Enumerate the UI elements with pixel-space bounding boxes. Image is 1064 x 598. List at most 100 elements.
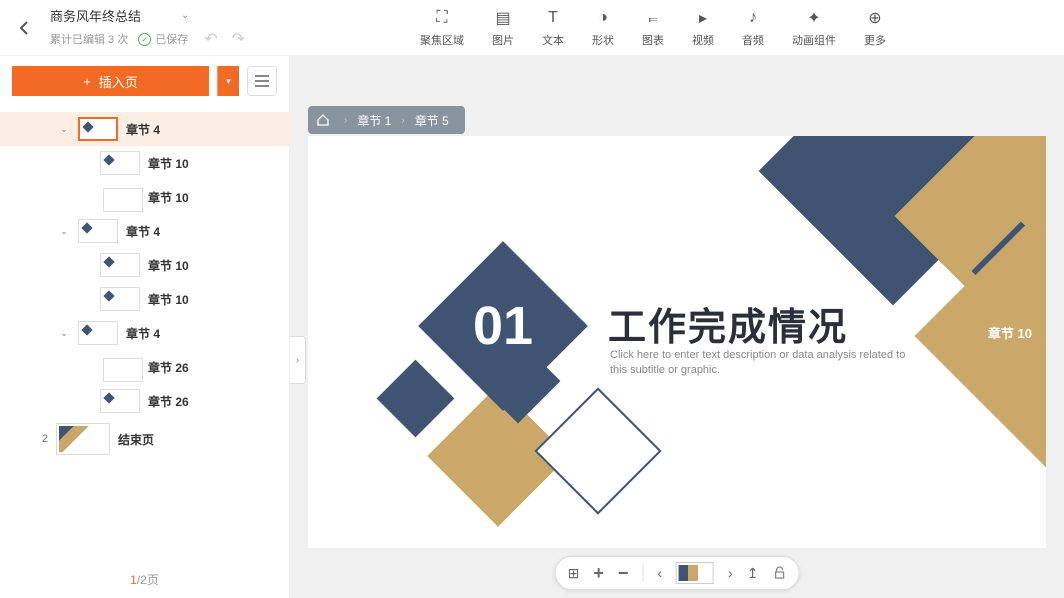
saved-status: 已保存 xyxy=(138,31,188,47)
shape-icon: ◑ xyxy=(593,8,613,28)
tool-anim[interactable]: ✦动画组件 xyxy=(792,8,836,48)
list-view-toggle[interactable] xyxy=(247,66,277,96)
topbar-left: 商务风年终总结 ⌄ 累计已编辑 3 次 已保存 ↶ ↷ xyxy=(0,6,290,49)
back-button[interactable] xyxy=(12,16,36,40)
slide-title[interactable]: 工作完成情况 xyxy=(608,296,848,351)
tree-node[interactable]: ⌄ 章节 4 xyxy=(0,316,289,350)
chevron-down-icon[interactable]: ⌄ xyxy=(58,124,70,135)
tool-label: 图表 xyxy=(642,32,664,48)
tool-label: 更多 xyxy=(864,32,886,48)
main-tools: ⛶聚焦区域 ▤ 图片 T文本 ◑ 形状 ⫭ 图表 ▸视频 ♪ 音频 ✦动画组件 ⊕ 更多 xyxy=(290,8,1064,48)
page-number: 2 xyxy=(34,433,48,445)
tree-node[interactable]: 章节 10 xyxy=(0,146,289,180)
node-label: 章节 10 xyxy=(148,155,189,172)
zoom-in-icon[interactable]: + xyxy=(593,563,604,584)
audio-icon: ♪ xyxy=(743,8,763,28)
zoom-out-icon[interactable]: − xyxy=(618,563,629,584)
tool-more[interactable]: ⊕ 更多 xyxy=(864,8,886,48)
redo-icon[interactable]: ↷ xyxy=(232,29,245,49)
slide-number-box: 01 xyxy=(418,241,588,411)
tool-chart[interactable]: ⫭ 图表 xyxy=(642,8,664,48)
slide-subtitle[interactable]: Click here to enter text description or … xyxy=(610,348,910,379)
selection-corner-br xyxy=(1031,533,1046,548)
node-label: 章节 26 xyxy=(148,393,189,410)
document-title: 商务风年终总结 xyxy=(50,6,141,25)
tree-node[interactable]: ⌄章节 4 xyxy=(0,112,289,146)
breadcrumb-item[interactable]: 章节 5 xyxy=(411,112,453,129)
tool-label: 音频 xyxy=(742,32,764,48)
up-level-icon[interactable]: ↥ xyxy=(747,565,759,582)
page-current: 1 xyxy=(130,573,137,587)
sidebar-collapse-handle[interactable]: › xyxy=(290,336,306,384)
tool-label: 图片 xyxy=(492,32,514,48)
current-slide-thumb[interactable] xyxy=(676,562,714,584)
tool-video[interactable]: ▸视频 xyxy=(692,8,714,48)
tool-text[interactable]: T文本 xyxy=(542,8,564,48)
tree-node[interactable]: 章节 10 xyxy=(0,180,289,214)
tree-node[interactable]: ⌄ 章节 4 xyxy=(0,214,289,248)
focus-icon: ⛶ xyxy=(432,8,452,28)
undo-icon[interactable]: ↶ xyxy=(204,29,217,49)
slide-canvas[interactable]: 01 工作完成情况 Click here to enter text descr… xyxy=(308,136,1046,548)
slide-thumbnail xyxy=(100,287,140,311)
tool-audio[interactable]: ♪ 音频 xyxy=(742,8,764,48)
node-label: 章节 10 xyxy=(148,189,189,206)
next-slide-icon[interactable]: › xyxy=(728,565,733,581)
node-label: 章节 4 xyxy=(126,223,160,240)
slide-thumbnail xyxy=(100,151,140,175)
slide-thumbnail xyxy=(100,389,140,413)
chevron-down-icon[interactable]: ⌄ xyxy=(58,328,70,339)
node-label: 章节 10 xyxy=(148,291,189,308)
insert-page-dropdown[interactable]: ▾ xyxy=(217,66,239,96)
tool-focus[interactable]: ⛶聚焦区域 xyxy=(420,8,464,48)
breadcrumb-item[interactable]: 章节 1 xyxy=(353,112,395,129)
title-dropdown-icon[interactable]: ⌄ xyxy=(181,10,189,21)
breadcrumb-home-icon[interactable] xyxy=(308,113,338,127)
doc-title-row[interactable]: 商务风年终总结 ⌄ xyxy=(50,6,245,25)
prev-slide-icon[interactable]: ‹ xyxy=(657,565,662,581)
selection-corner-tl xyxy=(308,136,323,151)
pagination: 1/2页 xyxy=(0,561,289,598)
tree-node[interactable]: 章节 10 xyxy=(0,248,289,282)
node-label: 章节 4 xyxy=(126,325,160,342)
deco-diamond-navy-small xyxy=(377,360,455,438)
tree-node[interactable]: 章节 10 xyxy=(0,282,289,316)
text-icon: T xyxy=(543,8,563,28)
separator xyxy=(642,564,643,582)
tool-image[interactable]: ▤ 图片 xyxy=(492,8,514,48)
slide-thumbnail xyxy=(103,358,143,382)
bottom-toolbar: ⊞ + − ‹ › ↥ xyxy=(555,556,800,590)
slide-sidebar: 插入页 ▾ ⌄ 章节 4 章节 10 章节 10 ⌄ 章节 4 章节 10 章节 10 ⌄ 章节 … xyxy=(0,56,290,598)
peek-label-small: 章节 10 xyxy=(1011,361,1042,374)
tool-label: 形状 xyxy=(592,32,614,48)
slide-thumbnail xyxy=(78,117,118,141)
slide-thumbnail xyxy=(100,253,140,277)
tree-node[interactable]: 章节 26 xyxy=(0,384,289,418)
top-toolbar: 商务风年终总结 ⌄ 累计已编辑 3 次 已保存 ↶ ↷ ⛶聚焦区域 ▤ 图片 T文本 ◑… xyxy=(0,0,1064,56)
insert-page-button[interactable]: 插入页 xyxy=(12,66,209,96)
edit-count: 累计已编辑 3 次 xyxy=(50,31,128,47)
tree-end-page[interactable]: 2结束页 xyxy=(0,418,289,460)
tool-shape[interactable]: ◑ 形状 xyxy=(592,8,614,48)
chart-icon: ⫭ xyxy=(643,8,663,28)
slide-thumbnail xyxy=(103,188,143,212)
more-icon: ⊕ xyxy=(865,8,885,28)
breadcrumb-sep: › xyxy=(395,115,410,126)
breadcrumb: › 章节 1 › 章节 5 xyxy=(308,106,465,134)
tree-node[interactable]: 章节 26 xyxy=(0,350,289,384)
node-label: 章节 10 xyxy=(148,257,189,274)
slide-tree: ⌄章节 4章节 10章节 10⌄章节 4章节 10章节 10⌄章节 4章节 26… xyxy=(0,106,289,561)
slide-number: 01 xyxy=(473,295,533,357)
title-block: 商务风年终总结 ⌄ 累计已编辑 3 次 已保存 ↶ ↷ xyxy=(50,6,245,49)
lock-icon[interactable] xyxy=(772,566,786,580)
grid-icon[interactable]: ⊞ xyxy=(568,565,580,582)
tool-label: 视频 xyxy=(692,32,714,48)
chevron-down-icon[interactable]: ⌄ xyxy=(58,226,70,237)
selection-corner-bl xyxy=(308,533,323,548)
breadcrumb-sep: › xyxy=(338,115,353,126)
canvas-area: › › 章节 1 › 章节 5 01 xyxy=(290,56,1064,598)
peek-label: 章节 10 xyxy=(988,323,1032,342)
image-icon: ▤ xyxy=(493,8,513,28)
anim-icon: ✦ xyxy=(804,8,824,28)
slide-thumbnail xyxy=(78,321,118,345)
